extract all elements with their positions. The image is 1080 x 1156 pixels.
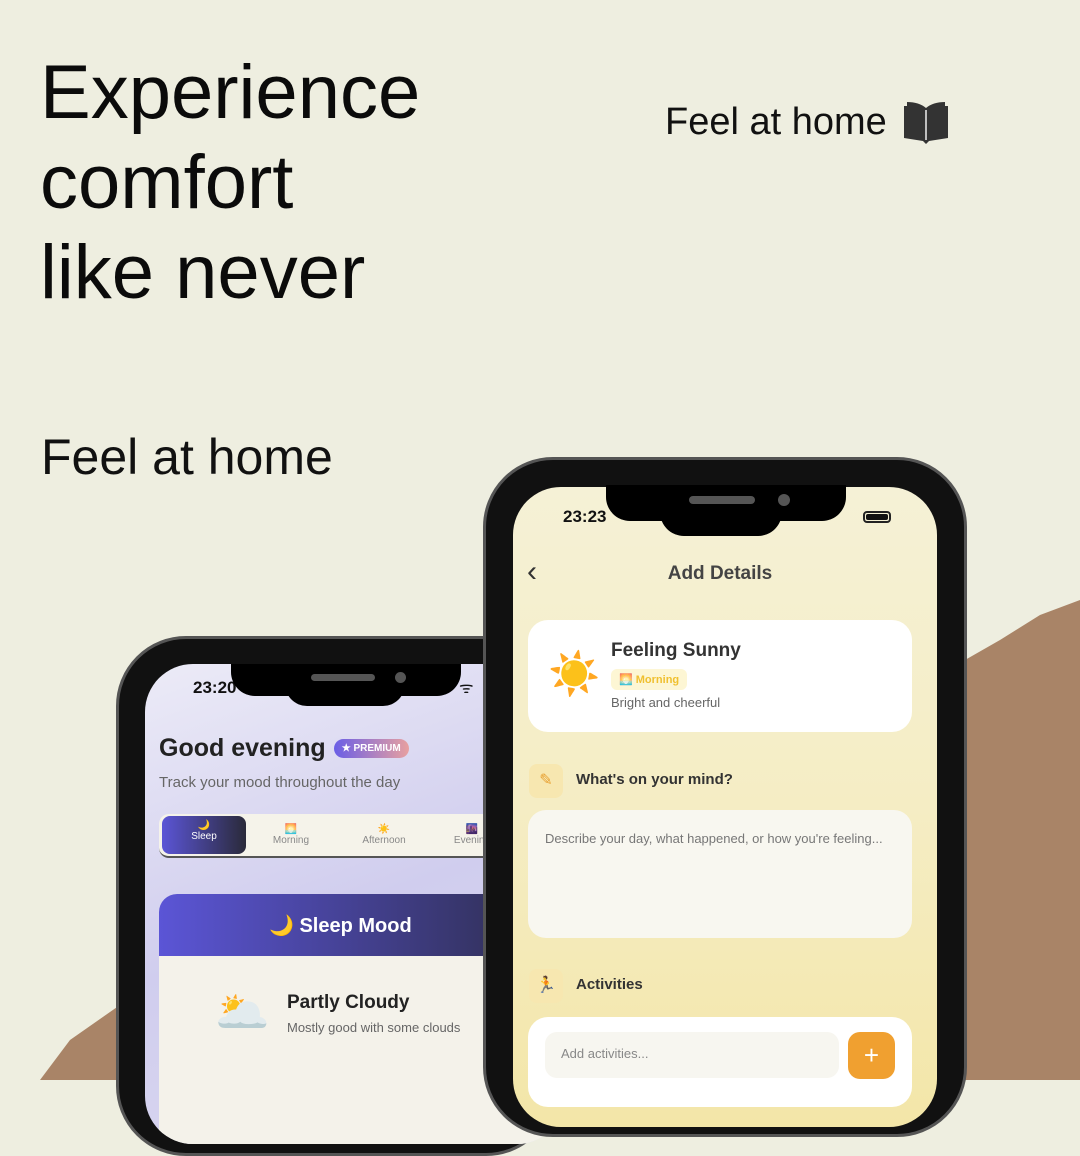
notch — [660, 508, 782, 536]
wifi-icon: ᯤ — [459, 680, 474, 697]
speaker — [311, 674, 375, 681]
period-label: Morning — [635, 674, 680, 686]
premium-label: PREMIUM — [353, 743, 401, 754]
tab-label: Sleep — [191, 831, 217, 842]
mind-label: What's on your mind? — [576, 771, 733, 788]
notch — [285, 684, 405, 706]
right-phone-screen: 23:23 ‹ Add Details ☀️ Feeling Sunny 🌅 M… — [513, 487, 937, 1127]
premium-badge[interactable]: ★ PREMIUM — [333, 739, 409, 758]
add-activity-button[interactable]: + — [848, 1032, 895, 1079]
activities-label: Activities — [576, 976, 643, 993]
tab-label: Morning — [272, 835, 310, 846]
moon-icon: 🌙 — [197, 820, 211, 831]
tagline-text: Feel at home — [665, 100, 887, 143]
activities-card: Add activities... + — [528, 1017, 912, 1107]
headline-line: like never — [40, 230, 366, 315]
battery-icon — [863, 511, 891, 523]
mood-title: Partly Cloudy — [287, 992, 410, 1013]
sun-icon: ☀️ — [377, 824, 391, 835]
status-time: 23:23 — [563, 507, 607, 526]
partly-cloudy-icon: 🌥️ — [215, 988, 270, 1037]
mind-textarea[interactable]: Describe your day, what happened, or how… — [528, 810, 912, 938]
sun-icon: ☀️ — [548, 650, 601, 697]
tagline-top: Feel at home — [665, 100, 951, 144]
period-badge: 🌅 Morning — [611, 669, 688, 690]
screen-title: Add Details — [667, 563, 773, 584]
sunrise-icon: 🌅 — [284, 824, 298, 835]
greeting: Good evening — [159, 734, 326, 762]
activities-input[interactable]: Add activities... — [545, 1032, 839, 1078]
tab-label: Afternoon — [362, 835, 406, 846]
running-icon: 🏃 — [529, 969, 563, 1003]
mood-title: Feeling Sunny — [611, 640, 741, 661]
right-phone: 23:23 ‹ Add Details ☀️ Feeling Sunny 🌅 M… — [483, 457, 967, 1137]
mood-description: Mostly good with some clouds — [287, 1020, 461, 1035]
headline-line: comfort — [40, 140, 294, 225]
subtitle: Track your mood throughout the day — [159, 774, 401, 791]
tab-morning[interactable]: 🌅 Morning — [246, 824, 336, 846]
headline-line: Experience — [40, 50, 421, 135]
tab-sleep[interactable]: 🌙 Sleep — [162, 816, 246, 854]
edit-note-icon: ✎ — [529, 764, 563, 798]
mood-card: ☀️ Feeling Sunny 🌅 Morning Bright and ch… — [528, 620, 912, 732]
status-time: 23:20 — [193, 678, 237, 697]
open-book-icon — [903, 102, 948, 144]
tagline-left: Feel at home — [41, 429, 333, 485]
camera — [778, 494, 790, 506]
mood-description: Bright and cheerful — [611, 695, 721, 710]
sunrise-icon: 🌅 — [619, 674, 633, 686]
tab-afternoon[interactable]: ☀️ Afternoon — [336, 824, 432, 846]
headline: Experience comfort like never — [40, 48, 420, 318]
camera — [395, 672, 406, 683]
speaker — [689, 496, 755, 504]
